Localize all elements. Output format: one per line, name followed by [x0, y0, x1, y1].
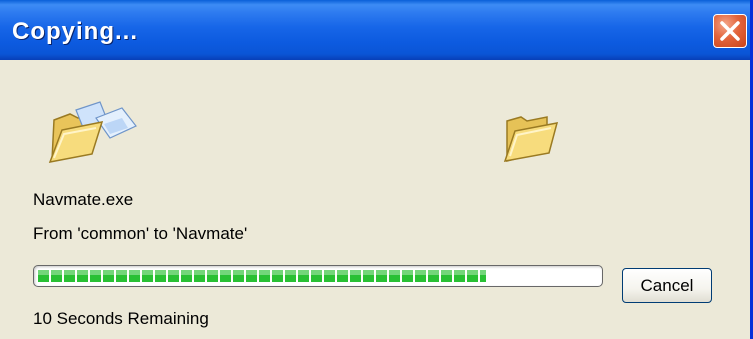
progress-fill [38, 270, 486, 282]
close-icon [720, 21, 740, 41]
folder-with-flying-paper-icon [48, 100, 140, 171]
time-remaining: 10 Seconds Remaining [33, 309, 209, 328]
progress-bar [33, 265, 603, 287]
copy-animation [0, 60, 750, 180]
cancel-button[interactable]: Cancel [622, 268, 712, 303]
open-folder-icon [503, 113, 561, 168]
window-title: Copying... [12, 18, 138, 45]
title-bar[interactable]: Copying... [0, 0, 750, 60]
copy-dialog: Copying... Navmate.exe From 'common' to … [0, 0, 753, 339]
file-name: Navmate.exe [33, 190, 134, 209]
close-button[interactable] [713, 14, 747, 48]
source-destination-text: From 'common' to 'Navmate' [33, 224, 248, 243]
